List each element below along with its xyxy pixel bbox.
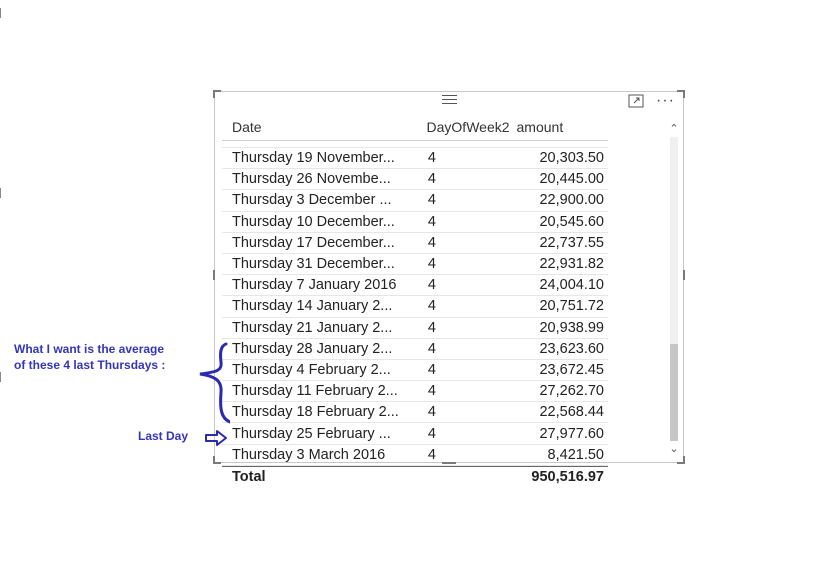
edge-tick xyxy=(0,372,1,382)
total-label: Total xyxy=(232,468,266,485)
day-of-week-cell: 4 xyxy=(427,150,436,167)
amount-cell: 24,004.10 xyxy=(539,277,604,294)
table-row[interactable]: Thursday 26 Novembe... 4 20,445.00 xyxy=(222,169,608,191)
day-of-week-cell: 4 xyxy=(427,256,436,273)
amount-cell: 22,737.55 xyxy=(539,234,604,251)
table-row[interactable]: Thursday 3 March 2016 4 8,421.50 xyxy=(222,445,608,466)
date-cell: Thursday 31 December... xyxy=(232,256,395,273)
date-cell: Thursday 11 February 2... xyxy=(232,383,398,400)
average-note: What I want is the average of these 4 la… xyxy=(14,341,165,373)
day-of-week-cell: 4 xyxy=(427,404,436,421)
date-cell: Thursday 7 January 2016 xyxy=(232,277,397,294)
more-options-icon[interactable]: ··· xyxy=(656,93,675,109)
day-of-week-cell: 4 xyxy=(427,425,436,442)
table-row[interactable]: Thursday 28 January 2... 4 23,623.60 xyxy=(222,339,608,360)
table-row[interactable]: Thursday 25 February ... 4 27,977.60 xyxy=(222,423,608,445)
arrow-right-icon xyxy=(205,430,227,446)
amount-cell: 22,931.82 xyxy=(539,256,604,273)
day-of-week-cell: 4 xyxy=(427,340,436,357)
table-row[interactable]: Thursday 19 November... 4 20,303.50 xyxy=(222,148,608,170)
amount-cell: 22,568.44 xyxy=(539,404,604,421)
date-cell: Thursday 26 Novembe... xyxy=(232,171,391,188)
amount-cell: 20,751.72 xyxy=(539,298,604,315)
table-row[interactable]: Thursday 21 January 2... 4 20,938.99 xyxy=(222,318,608,339)
average-note-line1: What I want is the average xyxy=(14,342,165,356)
clipped-row xyxy=(222,141,608,148)
date-cell: Thursday 3 December ... xyxy=(232,192,392,209)
resize-handle[interactable] xyxy=(683,90,685,98)
date-cell: Thursday 28 January 2... xyxy=(232,340,393,357)
date-cell: Thursday 21 January 2... xyxy=(232,319,393,336)
edge-tick xyxy=(0,188,1,198)
amount-cell: 27,262.70 xyxy=(539,383,604,400)
day-of-week-cell: 4 xyxy=(427,234,436,251)
resize-handle[interactable] xyxy=(683,270,685,280)
day-of-week-cell: 4 xyxy=(427,298,436,315)
day-of-week-cell: 4 xyxy=(427,319,436,336)
table-row[interactable]: Thursday 17 December... 4 22,737.55 xyxy=(222,233,608,254)
table-row[interactable]: Thursday 3 December ... 4 22,900.00 xyxy=(222,190,608,212)
day-of-week-cell: 4 xyxy=(427,171,436,188)
table-row[interactable]: Thursday 18 February 2... 4 22,568.44 xyxy=(222,402,608,424)
amount-cell: 27,977.60 xyxy=(539,425,604,442)
amount-cell: 20,445.00 xyxy=(539,171,604,188)
table-header: Date DayOfWeek2 amount xyxy=(222,114,608,141)
average-note-line2: of these 4 last Thursdays : xyxy=(14,358,166,372)
date-cell: Thursday 25 February ... xyxy=(232,425,391,442)
table-row[interactable]: Thursday 4 February 2... 4 23,672.45 xyxy=(222,360,608,382)
chevron-down-icon[interactable]: ⌄ xyxy=(668,443,680,455)
amount-cell: 23,623.60 xyxy=(539,340,604,357)
vertical-scrollbar[interactable]: ⌃ ⌄ xyxy=(668,121,680,457)
header-day-of-week[interactable]: DayOfWeek2 xyxy=(423,119,510,135)
chevron-up-icon[interactable]: ⌃ xyxy=(668,123,680,135)
table-row[interactable]: Thursday 11 February 2... 4 27,262.70 xyxy=(222,381,608,403)
total-row: Total 950,516.97 xyxy=(222,465,608,487)
total-amount: 950,516.97 xyxy=(531,468,604,485)
date-cell: Thursday 19 November... xyxy=(232,150,395,167)
scroll-thumb[interactable] xyxy=(670,344,678,441)
focus-mode-icon[interactable] xyxy=(628,94,644,108)
resize-handle[interactable] xyxy=(213,270,215,280)
header-date[interactable]: Date xyxy=(222,119,423,135)
table-row[interactable]: Thursday 10 December... 4 20,545.60 xyxy=(222,212,608,233)
data-table: Date DayOfWeek2 amount Thursday 19 Novem… xyxy=(222,114,608,487)
date-cell: Thursday 18 February 2... xyxy=(232,404,399,421)
date-cell: Thursday 3 March 2016 xyxy=(232,446,386,463)
date-cell: Thursday 17 December... xyxy=(232,234,395,251)
amount-cell: 20,303.50 xyxy=(539,150,604,167)
table-visual[interactable]: ··· Date DayOfWeek2 amount Thursday 19 N… xyxy=(213,90,685,485)
day-of-week-cell: 4 xyxy=(427,361,436,378)
day-of-week-cell: 4 xyxy=(427,277,436,294)
day-of-week-cell: 4 xyxy=(427,383,436,400)
edge-tick xyxy=(0,8,1,18)
table-row[interactable]: Thursday 14 January 2... 4 20,751.72 xyxy=(222,296,608,318)
amount-cell: 22,900.00 xyxy=(539,192,604,209)
amount-cell: 23,672.45 xyxy=(539,361,604,378)
drag-grip-icon[interactable] xyxy=(442,95,457,105)
table-row[interactable]: Thursday 7 January 2016 4 24,004.10 xyxy=(222,275,608,297)
amount-cell: 20,545.60 xyxy=(539,213,604,230)
table-row[interactable]: Thursday 31 December... 4 22,931.82 xyxy=(222,254,608,276)
resize-handle[interactable] xyxy=(213,90,215,98)
date-cell: Thursday 4 February 2... xyxy=(232,361,391,378)
date-cell: Thursday 14 January 2... xyxy=(232,298,393,315)
date-cell: Thursday 10 December... xyxy=(232,213,395,230)
day-of-week-cell: 4 xyxy=(427,213,436,230)
resize-handle[interactable] xyxy=(683,456,685,464)
curly-brace-icon xyxy=(199,342,230,424)
resize-handle[interactable] xyxy=(213,456,215,464)
amount-cell: 8,421.50 xyxy=(547,446,604,463)
day-of-week-cell: 4 xyxy=(427,192,436,209)
header-amount[interactable]: amount xyxy=(507,119,608,135)
amount-cell: 20,938.99 xyxy=(539,319,604,336)
last-day-label: Last Day xyxy=(138,429,189,443)
day-of-week-cell: 4 xyxy=(427,446,436,463)
